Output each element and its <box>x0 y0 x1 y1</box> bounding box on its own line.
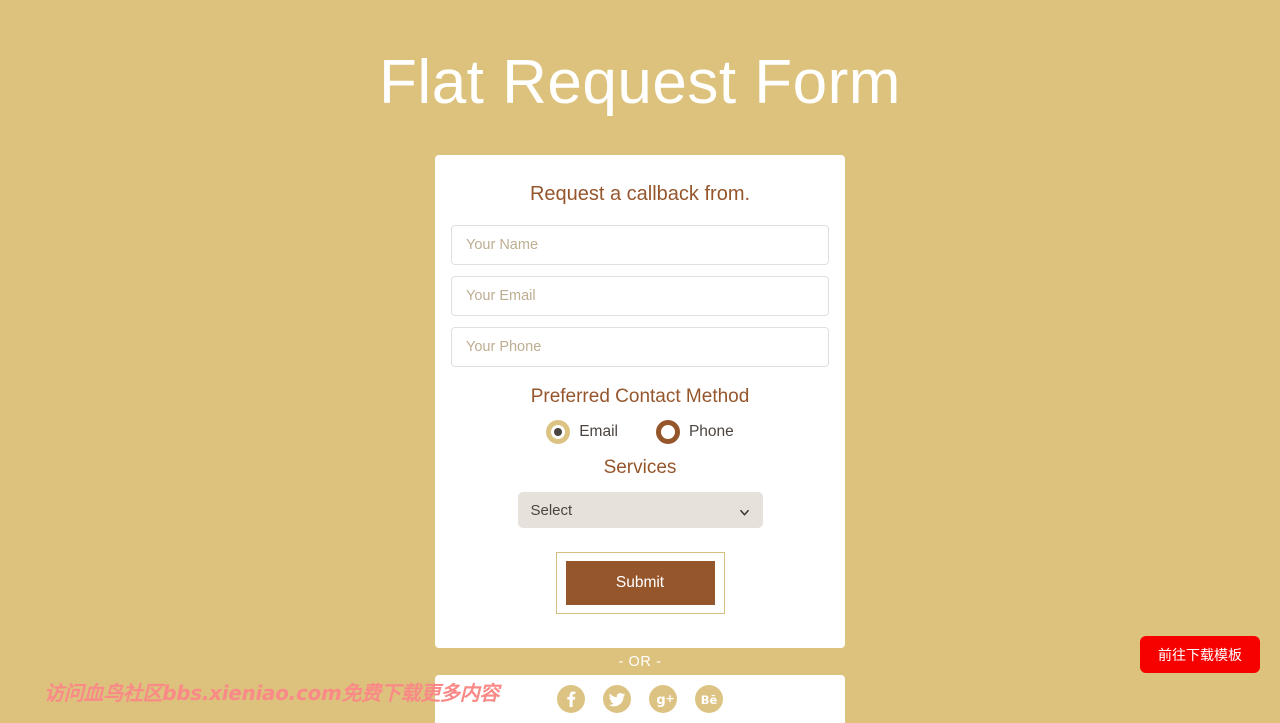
submit-button-frame: Submit <box>555 552 725 614</box>
svg-text:Bē: Bē <box>701 693 718 707</box>
contact-method-heading: Preferred Contact Method <box>530 386 750 407</box>
radio-label-email: Email <box>579 423 618 440</box>
site-watermark: 访问血鸟社区bbs.xieniao.com免费下载更多内容 <box>44 681 500 705</box>
svg-text:+: + <box>665 692 674 705</box>
phone-input[interactable] <box>451 327 829 367</box>
or-divider: - OR - <box>618 653 662 670</box>
chevron-down-icon <box>739 505 750 516</box>
svg-text:g: g <box>656 693 665 708</box>
twitter-icon[interactable] <box>603 685 631 713</box>
services-select-wrap: Select <box>450 492 830 528</box>
page-title: Flat Request Form <box>379 48 901 117</box>
services-select[interactable]: Select <box>517 492 763 528</box>
services-heading: Services <box>603 457 677 478</box>
submit-button[interactable]: Submit <box>565 561 715 605</box>
facebook-icon[interactable] <box>557 685 585 713</box>
radio-label-phone: Phone <box>688 423 734 440</box>
radio-selected-icon[interactable] <box>546 420 571 444</box>
radio-unselected-icon[interactable] <box>655 420 680 444</box>
input-fields-group <box>450 225 830 367</box>
request-form-card: Request a callback from. Preferred Conta… <box>435 155 845 648</box>
contact-method-radio-group: Email Phone <box>450 420 830 444</box>
name-input[interactable] <box>451 225 829 265</box>
behance-icon[interactable]: Bē <box>695 685 723 713</box>
form-heading: Request a callback from. <box>529 183 751 205</box>
services-select-value: Select <box>530 501 573 519</box>
radio-option-email[interactable]: Email <box>546 420 618 444</box>
email-input[interactable] <box>451 276 829 316</box>
radio-option-phone[interactable]: Phone <box>655 420 734 444</box>
google-plus-icon[interactable]: g + <box>649 685 677 713</box>
download-template-button[interactable]: 前往下载模板 <box>1140 636 1260 673</box>
